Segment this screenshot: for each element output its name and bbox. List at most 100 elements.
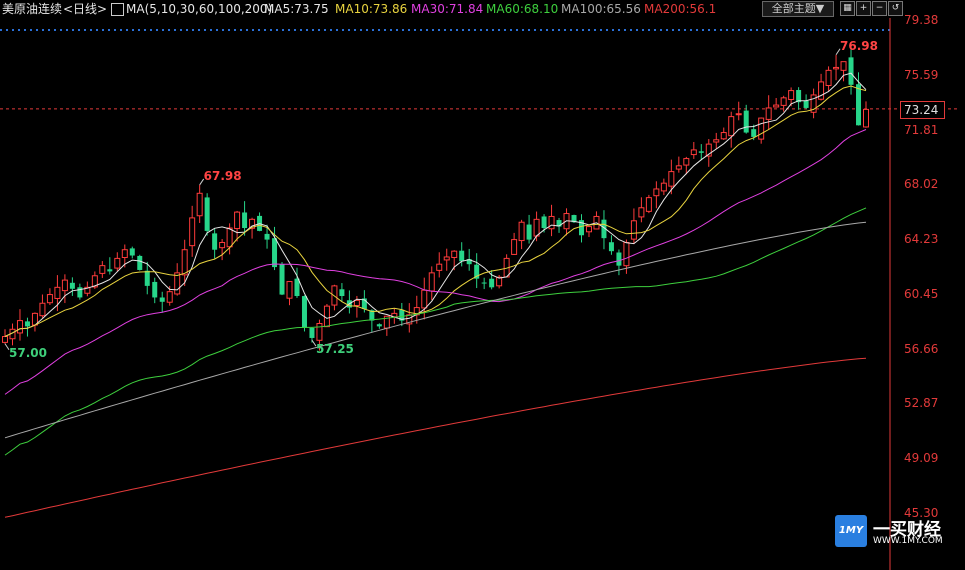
candle-body — [728, 116, 735, 137]
candle-body — [825, 69, 832, 86]
candle-body — [660, 182, 667, 192]
candle-body — [518, 221, 525, 242]
candle-body — [698, 151, 704, 153]
candle-body — [863, 108, 869, 128]
candle-body — [316, 322, 323, 341]
candle-body — [272, 238, 278, 268]
candle-body — [339, 289, 345, 297]
candle-body — [533, 218, 540, 237]
candlestick-chart — [0, 18, 960, 570]
candle-body — [668, 171, 675, 187]
candle-body — [61, 279, 68, 292]
candle-body — [69, 282, 75, 289]
candle-body — [623, 241, 630, 267]
candle-body — [428, 272, 435, 292]
candle-body — [309, 327, 315, 338]
candle-body — [129, 248, 135, 256]
candle-body — [107, 269, 113, 272]
candle-body — [548, 215, 555, 230]
candle-body — [376, 324, 382, 327]
candle-body — [856, 84, 862, 126]
candle-body — [675, 165, 682, 170]
candle-body — [833, 66, 840, 70]
candle-body — [54, 286, 61, 299]
candle-body — [421, 289, 428, 309]
current-price-label: 73.24 — [900, 100, 945, 119]
brand-logo: 1MY 一买财经 WWW.1MY.COM — [835, 515, 963, 549]
candle-body — [720, 132, 727, 140]
candle-body — [713, 139, 720, 143]
candle-body — [840, 61, 847, 71]
candle-body — [181, 249, 188, 276]
candle-body — [286, 281, 293, 299]
candle-body — [541, 216, 547, 229]
y-tick-label: 56.66 — [904, 341, 939, 356]
candle-body — [189, 217, 196, 247]
candle-body — [226, 227, 233, 248]
candle-body — [121, 249, 128, 259]
candle-body — [436, 263, 443, 271]
candle-body — [788, 90, 795, 100]
candle-body — [323, 305, 330, 328]
candle-body — [758, 117, 765, 140]
candle-body — [690, 149, 697, 156]
price-annotation: 76.98 — [840, 38, 879, 53]
candle-body — [16, 320, 23, 334]
candle-body — [301, 296, 307, 328]
candle-body — [264, 233, 270, 240]
candle-body — [24, 321, 30, 327]
ma60-line — [4, 207, 867, 456]
y-tick-label: 71.81 — [904, 122, 939, 137]
ma5-line — [4, 72, 867, 337]
candle-body — [166, 291, 173, 303]
candle-body — [279, 264, 285, 295]
candle-body — [683, 158, 690, 166]
candle-body — [743, 110, 749, 133]
candle-body — [219, 241, 226, 249]
candle-body — [585, 226, 592, 233]
candle-body — [481, 282, 487, 284]
candle-body — [735, 113, 742, 116]
candle-body — [803, 100, 809, 108]
candle-body — [137, 255, 143, 270]
candle-body — [773, 104, 780, 108]
y-tick-label: 79.38 — [904, 13, 939, 27]
candle-body — [152, 281, 158, 298]
candle-body — [242, 212, 248, 229]
y-tick-label: 75.59 — [904, 67, 939, 82]
candle-body — [616, 252, 622, 266]
candle-body — [459, 250, 465, 262]
ma10-line — [4, 85, 867, 337]
candle-body — [234, 211, 241, 230]
y-tick-label: 49.09 — [904, 451, 939, 466]
candle-body — [751, 129, 757, 137]
candle-body — [638, 207, 645, 218]
candle-body — [526, 224, 532, 240]
candle-body — [443, 256, 450, 261]
price-annotation: 57.00 — [9, 345, 47, 360]
candle-body — [451, 250, 458, 258]
candle-body — [608, 242, 614, 252]
price-annotation: 67.98 — [203, 168, 242, 183]
candle-body — [196, 192, 203, 217]
candle-body — [114, 257, 121, 269]
candle-body — [511, 239, 518, 255]
candle-body — [489, 278, 495, 288]
logo-url: WWW.1MY.COM — [873, 536, 943, 546]
candle-body — [99, 265, 106, 274]
candle-body — [39, 302, 46, 317]
ma30-line — [4, 129, 867, 395]
price-annotation: 57.25 — [315, 342, 354, 357]
candle-body — [848, 57, 854, 85]
candle-body — [212, 233, 218, 250]
candle-body — [780, 97, 787, 106]
candle-body — [645, 197, 652, 212]
y-tick-label: 60.45 — [904, 286, 939, 301]
y-tick-label: 52.87 — [904, 396, 939, 411]
candle-body — [144, 270, 150, 286]
logo-badge: 1MY — [835, 515, 867, 547]
y-tick-label: 64.23 — [904, 232, 939, 247]
candle-body — [294, 278, 300, 297]
candle-body — [46, 294, 53, 304]
candle-body — [765, 107, 772, 120]
